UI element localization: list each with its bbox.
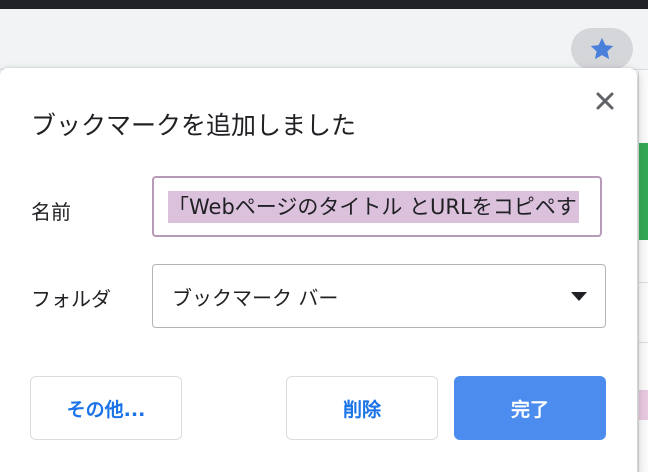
more-button[interactable]: その他... [30, 376, 182, 440]
folder-select[interactable]: ブックマーク バー [152, 264, 606, 328]
window-top-bar [0, 0, 648, 9]
name-input-selected-text: 「Webページのタイトル とURLをコピペす [168, 190, 579, 223]
bookmark-dialog: ブックマークを追加しました 名前 「Webページのタイトル とURLをコピペす … [0, 68, 637, 472]
page-background-green [639, 143, 648, 240]
folder-label: フォルダ [31, 287, 111, 311]
page-divider [639, 282, 648, 283]
close-button[interactable] [590, 86, 620, 116]
remove-button[interactable]: 削除 [286, 376, 438, 440]
page-background-pink [639, 390, 648, 420]
folder-select-value: ブックマーク バー [172, 285, 339, 310]
name-label: 名前 [31, 200, 71, 224]
bookmark-star-button[interactable] [571, 28, 633, 70]
page-divider [639, 342, 648, 343]
star-icon [590, 37, 614, 60]
caret-down-icon [571, 292, 587, 301]
close-icon [596, 92, 614, 110]
dialog-title: ブックマークを追加しました [31, 111, 357, 140]
done-button[interactable]: 完了 [454, 376, 606, 440]
browser-toolbar [0, 9, 648, 70]
bookmark-name-input[interactable]: 「Webページのタイトル とURLをコピペす [152, 176, 602, 237]
